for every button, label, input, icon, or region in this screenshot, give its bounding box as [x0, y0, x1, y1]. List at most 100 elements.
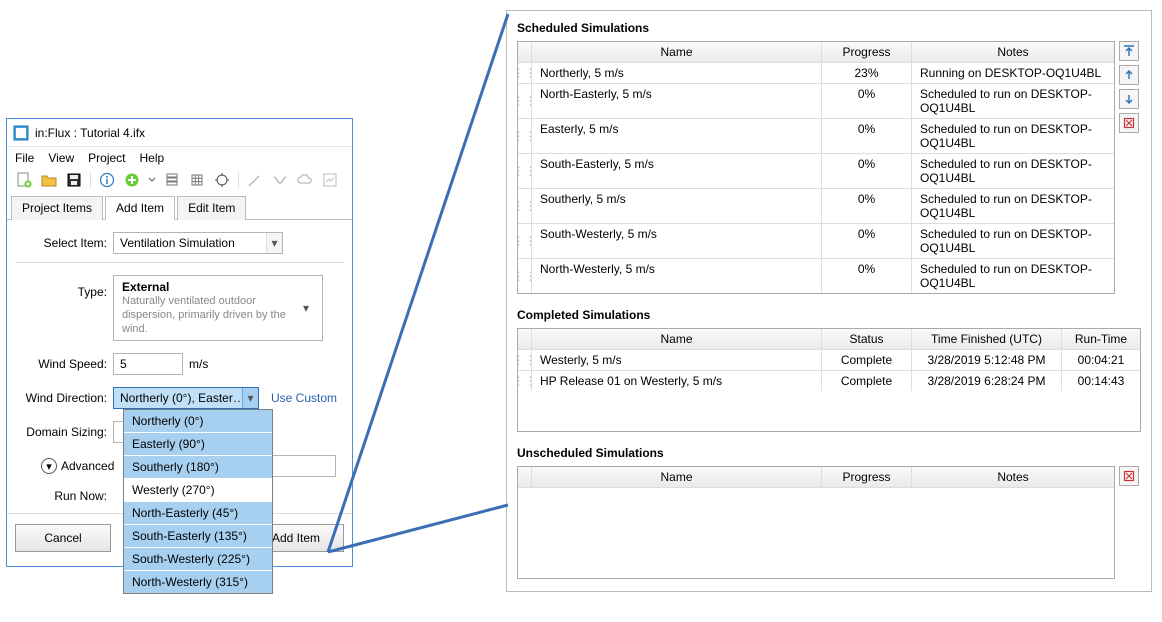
tab-add-item[interactable]: Add Item [105, 196, 175, 220]
server-icon[interactable] [163, 171, 181, 189]
cell-runtime: 00:04:21 [1062, 350, 1140, 370]
table-row[interactable]: ⋮⋮North-Easterly, 5 m/s0%Scheduled to ru… [518, 84, 1114, 119]
chart-icon[interactable] [321, 171, 339, 189]
cell-name: South-Westerly, 5 m/s [532, 224, 822, 258]
cell-name: Southerly, 5 m/s [532, 189, 822, 223]
remove-button[interactable] [1119, 113, 1139, 133]
folder-icon[interactable] [40, 171, 58, 189]
table-row[interactable]: ⋮⋮Southerly, 5 m/s0%Scheduled to run on … [518, 189, 1114, 224]
wind-direction-option[interactable]: Northerly (0°) [124, 410, 272, 433]
grip-icon[interactable]: ⋮⋮ [518, 189, 532, 223]
cell-runtime: 00:14:43 [1062, 371, 1140, 391]
cell-notes: Scheduled to run on DESKTOP-OQ1U4BL [912, 259, 1114, 293]
cloud-icon[interactable] [296, 171, 314, 189]
move-top-button[interactable] [1119, 41, 1139, 61]
cell-progress: 0% [822, 224, 912, 258]
tab-project-items[interactable]: Project Items [11, 196, 103, 220]
col-notes[interactable]: Notes [912, 467, 1114, 487]
type-dropdown[interactable]: External Naturally ventilated outdoor di… [113, 275, 323, 341]
grip-icon[interactable]: ⋮⋮ [518, 63, 532, 83]
cell-progress: 0% [822, 154, 912, 188]
wind-direction-option[interactable]: South-Westerly (225°) [124, 548, 272, 571]
new-doc-icon[interactable] [15, 171, 33, 189]
wind-direction-option[interactable]: Southerly (180°) [124, 456, 272, 479]
app-icon [13, 125, 29, 141]
label-domain-sizing: Domain Sizing: [15, 425, 113, 439]
cell-notes: Scheduled to run on DESKTOP-OQ1U4BL [912, 224, 1114, 258]
tab-edit-item[interactable]: Edit Item [177, 196, 246, 220]
table-row[interactable]: ⋮⋮North-Westerly, 5 m/s0%Scheduled to ru… [518, 259, 1114, 293]
scheduled-title: Scheduled Simulations [517, 21, 1141, 35]
col-time[interactable]: Time Finished (UTC) [912, 329, 1062, 349]
wind-direction-option[interactable]: South-Easterly (135°) [124, 525, 272, 548]
table-row[interactable]: ⋮⋮Northerly, 5 m/s23%Running on DESKTOP-… [518, 63, 1114, 84]
type-title: External [122, 280, 298, 294]
col-status[interactable]: Status [822, 329, 912, 349]
scheduled-table: Name Progress Notes ⋮⋮Northerly, 5 m/s23… [517, 41, 1115, 294]
info-icon[interactable] [98, 171, 116, 189]
col-name[interactable]: Name [532, 42, 822, 62]
wind-speed-input[interactable] [113, 353, 183, 375]
grid-icon[interactable] [188, 171, 206, 189]
flow-icon[interactable] [271, 171, 289, 189]
menu-view[interactable]: View [48, 151, 74, 165]
move-down-button[interactable] [1119, 89, 1139, 109]
cancel-button[interactable]: Cancel [15, 524, 111, 552]
label-wind-direction: Wind Direction: [15, 391, 113, 405]
grip-icon[interactable]: ⋮⋮ [518, 119, 532, 153]
wind-direction-option[interactable]: Westerly (270°) [124, 479, 272, 502]
grip-icon[interactable]: ⋮⋮ [518, 224, 532, 258]
save-icon[interactable] [65, 171, 83, 189]
chevron-down-icon[interactable] [148, 171, 156, 189]
col-name[interactable]: Name [532, 467, 822, 487]
cell-name: South-Easterly, 5 m/s [532, 154, 822, 188]
col-notes[interactable]: Notes [912, 42, 1114, 62]
label-wind-speed: Wind Speed: [15, 357, 113, 371]
advanced-toggle[interactable]: Advanced [61, 459, 114, 473]
wind-direction-dropdown[interactable]: Northerly (0°), Easter… ▾ [113, 387, 259, 409]
grip-icon[interactable]: ⋮⋮ [518, 154, 532, 188]
cell-notes: Scheduled to run on DESKTOP-OQ1U4BL [912, 119, 1114, 153]
label-run-now: Run Now: [15, 489, 113, 503]
separator [90, 172, 91, 188]
menu-project[interactable]: Project [88, 151, 125, 165]
cell-status: Complete [822, 350, 912, 370]
table-row[interactable]: ⋮⋮Westerly, 5 m/sComplete3/28/2019 5:12:… [518, 350, 1140, 371]
select-item-dropdown[interactable]: Ventilation Simulation ▾ [113, 232, 283, 254]
grip-icon[interactable]: ⋮⋮ [518, 84, 532, 118]
col-progress[interactable]: Progress [822, 467, 912, 487]
table-row[interactable]: ⋮⋮HP Release 01 on Westerly, 5 m/sComple… [518, 371, 1140, 391]
cell-progress: 23% [822, 63, 912, 83]
simulations-panel: Scheduled Simulations Name Progress Note… [506, 10, 1152, 592]
expand-icon[interactable]: ▾ [41, 458, 57, 474]
grip-icon[interactable]: ⋮⋮ [518, 371, 532, 391]
toolbar [7, 169, 352, 195]
app-window: in:Flux : Tutorial 4.ifx File View Proje… [6, 118, 353, 567]
table-row[interactable]: ⋮⋮South-Westerly, 5 m/s0%Scheduled to ru… [518, 224, 1114, 259]
wand-icon[interactable] [246, 171, 264, 189]
wind-direction-option[interactable]: North-Easterly (45°) [124, 502, 272, 525]
col-progress[interactable]: Progress [822, 42, 912, 62]
remove-button[interactable] [1119, 466, 1139, 486]
wind-direction-option[interactable]: North-Westerly (315°) [124, 571, 272, 593]
table-row[interactable]: ⋮⋮Easterly, 5 m/s0%Scheduled to run on D… [518, 119, 1114, 154]
add-icon[interactable] [123, 171, 141, 189]
cell-name: Westerly, 5 m/s [532, 350, 822, 370]
col-name[interactable]: Name [532, 329, 822, 349]
menu-file[interactable]: File [15, 151, 34, 165]
cell-status: Complete [822, 371, 912, 391]
menu-help[interactable]: Help [140, 151, 165, 165]
window-title: in:Flux : Tutorial 4.ifx [35, 126, 346, 140]
target-icon[interactable] [213, 171, 231, 189]
cell-name: North-Easterly, 5 m/s [532, 84, 822, 118]
titlebar: in:Flux : Tutorial 4.ifx [7, 119, 352, 147]
select-item-value: Ventilation Simulation [114, 236, 266, 250]
use-custom-link[interactable]: Use Custom [271, 391, 337, 405]
grip-icon[interactable]: ⋮⋮ [518, 259, 532, 293]
move-up-button[interactable] [1119, 65, 1139, 85]
wind-direction-option[interactable]: Easterly (90°) [124, 433, 272, 456]
cell-time: 3/28/2019 6:28:24 PM [912, 371, 1062, 391]
col-runtime[interactable]: Run-Time [1062, 329, 1140, 349]
grip-icon[interactable]: ⋮⋮ [518, 350, 532, 370]
table-row[interactable]: ⋮⋮South-Easterly, 5 m/s0%Scheduled to ru… [518, 154, 1114, 189]
